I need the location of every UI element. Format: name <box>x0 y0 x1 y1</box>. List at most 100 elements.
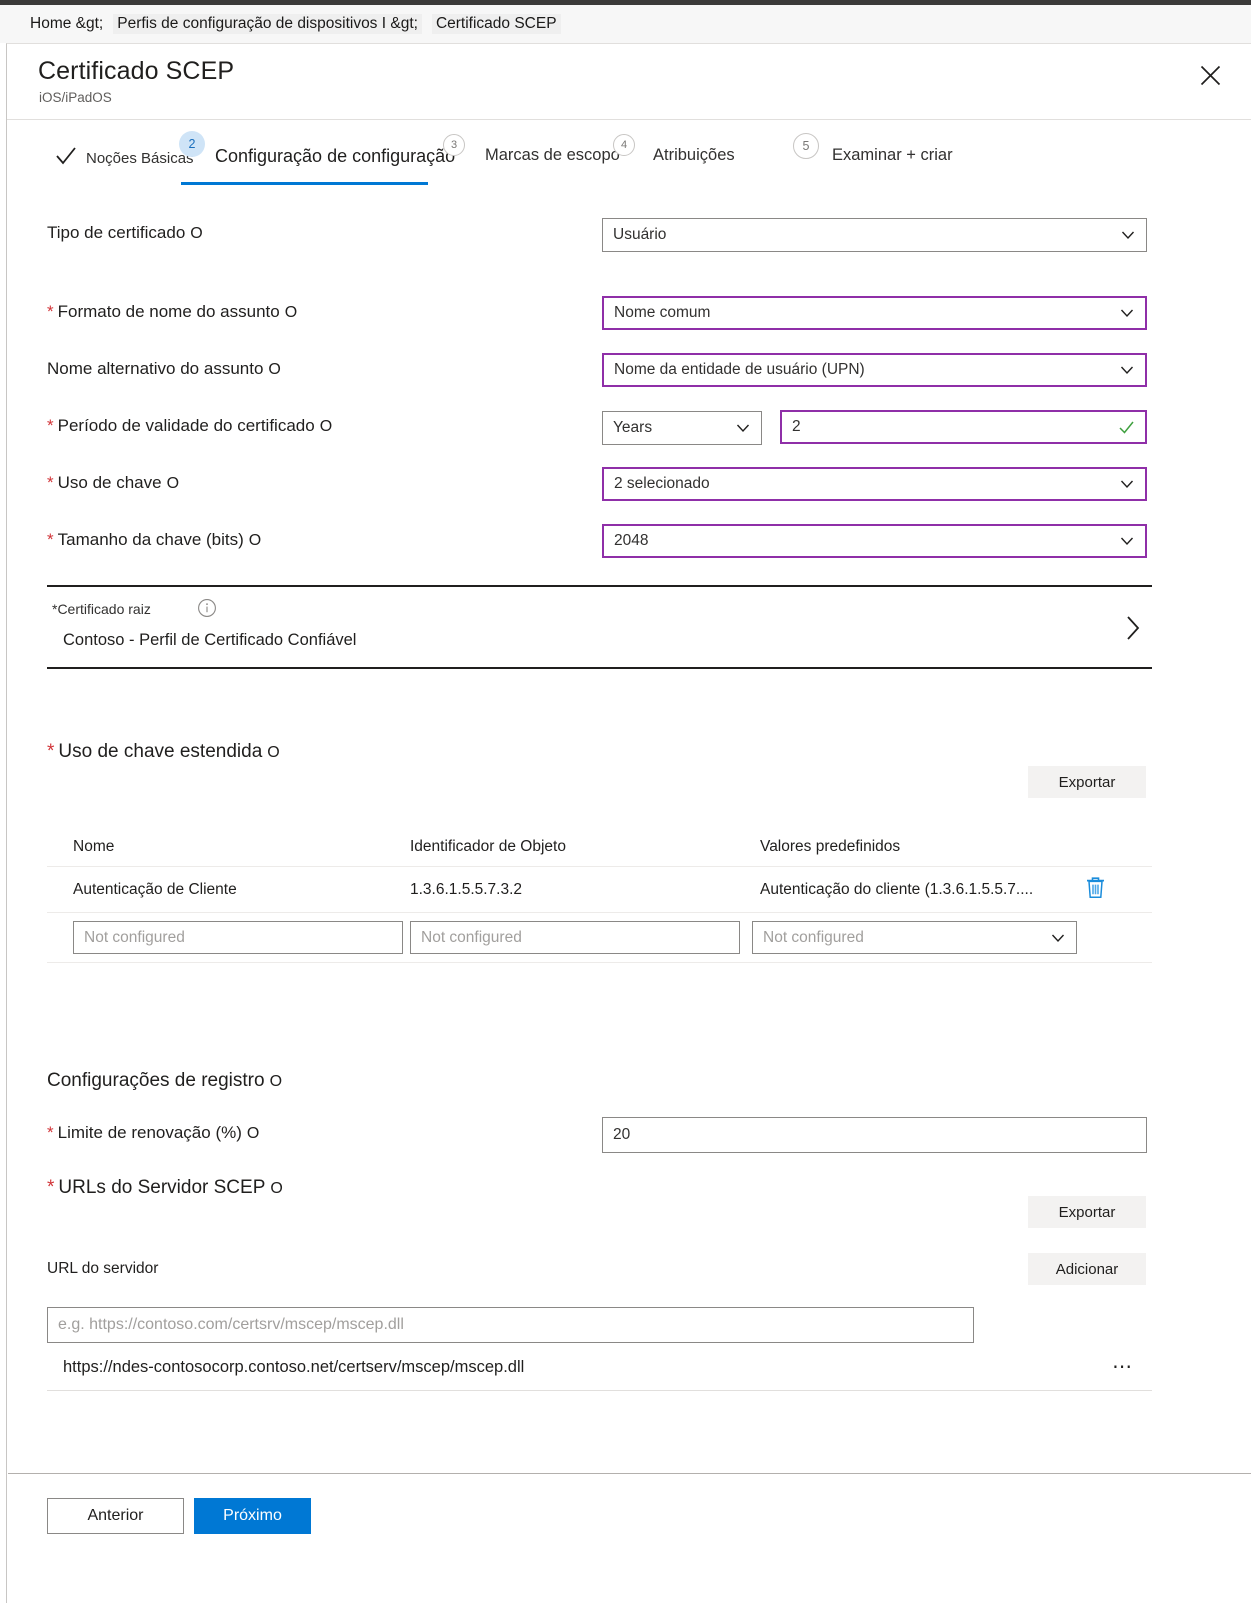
key-size-value: 2048 <box>614 532 649 549</box>
info-icon[interactable]: Ο <box>247 1125 259 1142</box>
breadcrumb: Home &gt; Perfis de configuração de disp… <box>0 5 1251 43</box>
required-asterisk: * <box>47 741 55 762</box>
validity-period-label: * Período de validade do certificado Ο <box>47 416 333 435</box>
wizard-step-3-badge: 3 <box>443 134 465 156</box>
info-icon[interactable]: Ο <box>190 225 202 242</box>
key-size-dropdown[interactable]: 2048 <box>602 524 1147 558</box>
renewal-threshold-label: * Limite de renovação (%) Ο <box>47 1123 260 1142</box>
footer-divider <box>8 1473 1251 1474</box>
cell-name: Autenticação de Cliente <box>73 880 237 898</box>
cell-predefined-value: Autenticação do cliente (1.3.6.1.5.5.7..… <box>760 880 1034 898</box>
new-eku-name-input[interactable]: Not configured <box>73 921 403 954</box>
wizard-step-assignments-label: Atribuições <box>653 146 735 164</box>
ellipsis-icon[interactable]: ⋯ <box>1112 1357 1152 1377</box>
field-row-enrollment-settings: Configurações de registro Ο <box>47 1070 1251 1110</box>
info-icon[interactable]: Ο <box>167 475 179 492</box>
required-asterisk: * <box>47 473 54 492</box>
key-usage-value: 2 selecionado <box>614 475 710 492</box>
previous-button[interactable]: Anterior <box>47 1498 184 1534</box>
breadcrumb-device-config-profiles[interactable]: Perfis de configuração de dispositivos I… <box>113 14 422 34</box>
key-usage-label: * Uso de chave Ο <box>47 473 180 492</box>
wizard-step-4-badge: 4 <box>613 134 635 156</box>
server-url-item-text: https://ndes-contosocorp.contoso.net/cer… <box>63 1357 525 1376</box>
server-url-input[interactable]: e.g. https://contoso.com/certsrv/mscep/m… <box>47 1307 974 1343</box>
close-icon[interactable] <box>1193 58 1227 92</box>
chevron-down-icon <box>1119 533 1135 549</box>
subject-name-format-value: Nome comum <box>614 304 711 321</box>
root-certificate-value: Contoso - Perfil de Certificado Confiáve… <box>63 631 357 649</box>
info-circle-icon[interactable] <box>197 598 217 623</box>
active-step-underline <box>181 182 428 185</box>
scep-urls-export-button[interactable]: Exportar <box>1028 1196 1146 1228</box>
new-eku-predefined-dropdown[interactable]: Not configured <box>752 921 1077 954</box>
wizard-steps: Noções Básicas 2 Configuração de configu… <box>7 121 1251 191</box>
root-certificate-label: *Certificado raiz <box>52 601 151 617</box>
column-header-predefined-values: Valores predefinidos <box>760 837 901 855</box>
subject-alternative-name-label: Nome alternativo do assunto Ο <box>47 359 281 378</box>
renewal-threshold-input[interactable]: 20 <box>602 1117 1147 1153</box>
subject-alternative-name-value: Nome da entidade de usuário (UPN) <box>614 361 865 378</box>
trash-icon[interactable] <box>1085 876 1106 904</box>
breadcrumb-home[interactable]: Home &gt; <box>30 15 103 33</box>
chevron-down-icon <box>1050 930 1066 946</box>
info-icon[interactable]: Ο <box>270 1180 282 1197</box>
eku-export-button[interactable]: Exportar <box>1028 766 1146 798</box>
info-icon[interactable]: Ο <box>270 1073 282 1090</box>
new-eku-row: Not configured Not configured Not config… <box>47 913 1152 963</box>
delete-row-button[interactable] <box>1060 876 1130 904</box>
table-header-row: Nome Identificador de Objeto Valores pre… <box>47 827 1152 867</box>
wizard-step-configuration[interactable]: Configuração de configuração <box>215 146 455 167</box>
key-size-label: * Tamanho da chave (bits) Ο <box>47 530 262 549</box>
field-row-key-usage: * Uso de chave Ο 2 selecionado <box>47 467 1251 512</box>
wizard-step-review-create-label: Examinar + criar <box>832 146 953 164</box>
subject-name-format-dropdown[interactable]: Nome comum <box>602 296 1147 330</box>
field-row-subject-alternative-name: Nome alternativo do assunto Ο Nome da ent… <box>47 353 1251 398</box>
certificate-type-dropdown[interactable]: Usuário <box>602 218 1147 252</box>
key-usage-dropdown[interactable]: 2 selecionado <box>602 467 1147 501</box>
chevron-down-icon <box>1119 305 1135 321</box>
scep-certificate-profile-page: Home &gt; Perfis de configuração de disp… <box>0 0 1251 1603</box>
next-button[interactable]: Próximo <box>194 1498 311 1534</box>
required-asterisk: * <box>47 1177 55 1198</box>
wizard-step-2-badge: 2 <box>179 131 205 157</box>
list-divider <box>47 1390 1152 1391</box>
wizard-step-scope-tags-label: Marcas de escopo <box>485 146 620 164</box>
wizard-step-assignments[interactable]: Atribuições <box>653 146 735 165</box>
new-eku-predefined-value: Not configured <box>763 928 864 946</box>
field-row-subject-name-format: * Formato de nome do assunto Ο Nome comum <box>47 296 1251 341</box>
root-certificate-block[interactable]: *Certificado raiz Contoso - Perfil de Ce… <box>47 585 1152 669</box>
certificate-type-value: Usuário <box>613 226 667 243</box>
required-asterisk: * <box>47 1123 54 1142</box>
chevron-down-icon <box>1119 362 1135 378</box>
page-subtitle: iOS/iPadOS <box>39 90 112 105</box>
wizard-footer: Anterior Próximo <box>47 1498 311 1534</box>
subject-alternative-name-dropdown[interactable]: Nome da entidade de usuário (UPN) <box>602 353 1147 387</box>
wizard-step-configuration-label: Configuração de configuração <box>215 146 456 166</box>
wizard-step-scope-tags[interactable]: Marcas de escopo <box>485 146 620 165</box>
field-row-key-size: * Tamanho da chave (bits) Ο 2048 <box>47 524 1251 569</box>
breadcrumb-current: Certificado SCEP <box>431 14 561 34</box>
column-header-name: Nome <box>73 837 115 855</box>
chevron-down-icon <box>735 420 751 436</box>
column-header-object-identifier: Identificador de Objeto <box>410 837 566 855</box>
info-icon[interactable]: Ο <box>267 744 279 761</box>
checkmark-icon <box>55 146 77 171</box>
table-row: Autenticação de Cliente 1.3.6.1.5.5.7.3.… <box>47 867 1152 913</box>
chevron-down-icon <box>1119 476 1135 492</box>
extended-key-usage-label: * Uso de chave estendida Ο <box>47 741 280 762</box>
new-eku-oid-input[interactable]: Not configured <box>410 921 740 954</box>
validity-period-value-input[interactable]: 2 <box>780 410 1147 444</box>
info-icon[interactable]: Ο <box>285 304 297 321</box>
validity-period-unit-dropdown[interactable]: Years <box>602 411 762 445</box>
info-icon[interactable]: Ο <box>268 361 280 378</box>
valid-check-icon <box>1118 419 1135 436</box>
info-icon[interactable]: Ο <box>320 418 332 435</box>
wizard-step-basics-label: Noções Básicas <box>86 150 194 167</box>
field-row-validity-period: * Período de validade do certificado Ο Yea… <box>47 410 1251 455</box>
page-title: Certificado SCEP <box>38 57 235 85</box>
chevron-right-icon[interactable] <box>1125 615 1142 646</box>
wizard-step-basics[interactable]: Noções Básicas <box>55 146 194 171</box>
info-icon[interactable]: Ο <box>249 532 261 549</box>
renewal-threshold-value: 20 <box>613 1126 631 1143</box>
wizard-step-review-create[interactable]: Examinar + criar <box>832 146 953 165</box>
